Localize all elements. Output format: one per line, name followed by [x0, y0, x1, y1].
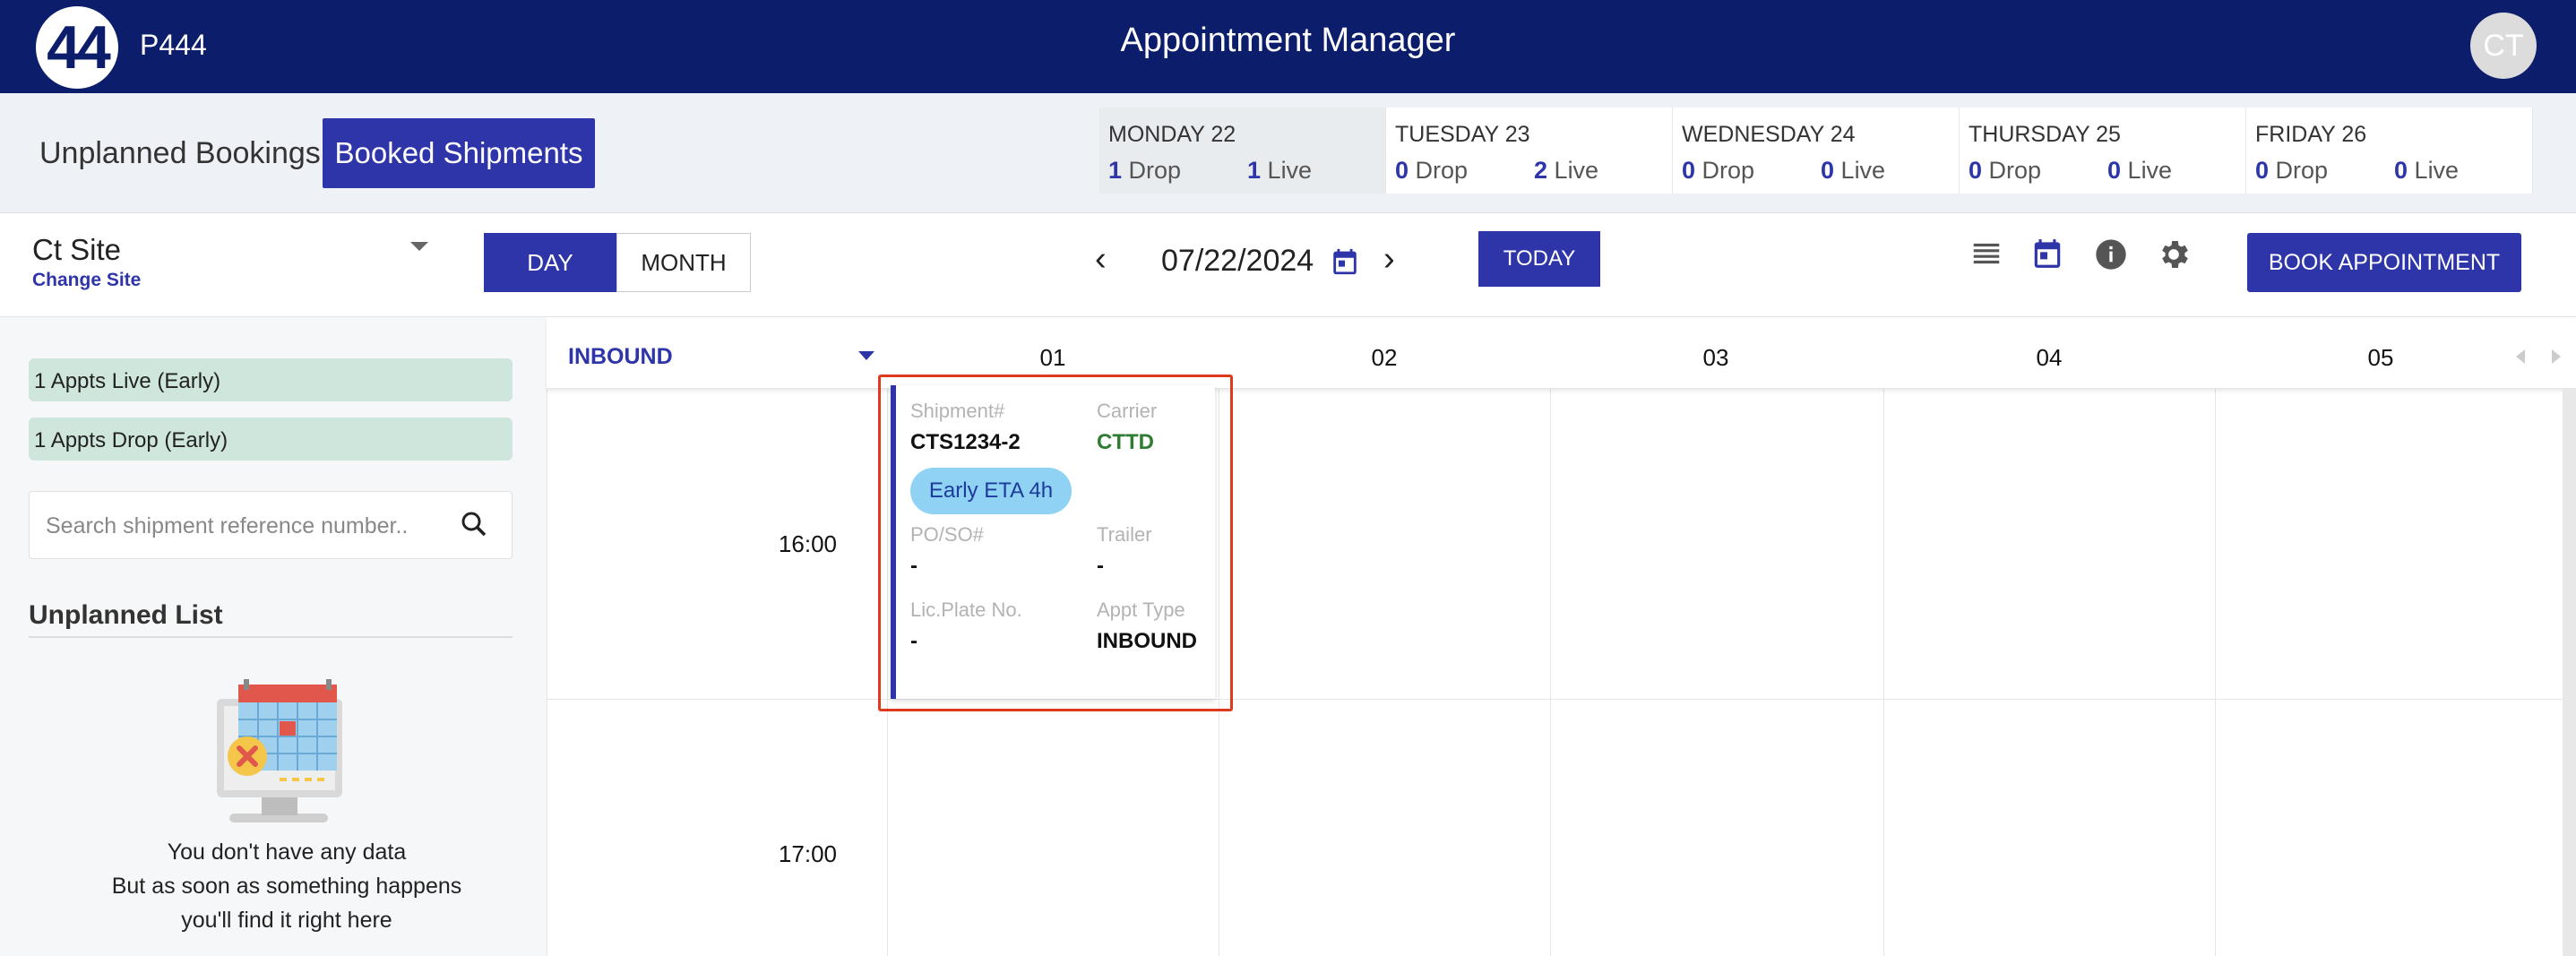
chevron-down-icon[interactable] [858, 351, 874, 360]
grid-line [1883, 317, 1884, 956]
list-icon[interactable] [1969, 237, 2003, 275]
appt-type-value: INBOUND [1097, 629, 1197, 653]
search-box [29, 491, 513, 559]
appts-drop-early-badge[interactable]: 1 Appts Drop (Early) [29, 418, 513, 461]
column-header-dock-02: 02 [1371, 344, 1398, 371]
chevron-left-icon[interactable]: ‹ [1095, 240, 1107, 279]
trailer-label: Trailer [1097, 523, 1152, 546]
drop-label: Drop [2275, 157, 2329, 184]
plate-label: Lic.Plate No. [910, 599, 1022, 621]
book-appointment-button[interactable]: BOOK APPOINTMENT [2247, 233, 2521, 292]
empty-state-message: You don't have any data But as soon as s… [29, 835, 545, 937]
column-header-dock-01: 01 [1039, 344, 1066, 371]
empty-line-3: you'll find it right here [181, 908, 392, 933]
live-count: 0 [2107, 157, 2122, 184]
scroll-arrows[interactable] [2514, 348, 2563, 370]
time-slot-label: 17:00 [778, 840, 837, 867]
chevron-right-icon[interactable]: › [1383, 240, 1395, 279]
day-name: THURSDAY 25 [1969, 122, 2121, 147]
avatar[interactable]: CT [2470, 13, 2537, 79]
gear-icon[interactable] [2156, 237, 2192, 277]
day-summary-friday[interactable]: FRIDAY 26 0 Drop 0 Live [2246, 108, 2533, 194]
empty-calendar-illustration [208, 679, 351, 831]
search-input[interactable] [46, 510, 449, 542]
calendar-grid: INBOUND 01 02 03 04 05 16:00 17:00 Shipm… [547, 317, 2576, 956]
live-count: 2 [1534, 157, 1548, 184]
vertical-scrollbar[interactable] [2563, 389, 2576, 956]
empty-line-1: You don't have any data [167, 840, 407, 865]
month-view-button[interactable]: MONTH [616, 233, 751, 292]
appt-type-label: Appt Type [1097, 599, 1185, 621]
drop-label: Drop [1415, 157, 1469, 184]
day-summary-tuesday[interactable]: TUESDAY 23 0 Drop 2 Live [1386, 108, 1673, 194]
live-label: Live [2414, 157, 2460, 184]
live-count: 0 [2394, 157, 2408, 184]
day-name: FRIDAY 26 [2255, 122, 2367, 147]
divider [29, 636, 513, 638]
drop-count: 0 [1682, 157, 1696, 184]
grid-line [1550, 317, 1551, 956]
change-site-link[interactable]: Change Site [32, 270, 141, 291]
unplanned-list-title: Unplanned List [29, 600, 223, 630]
direction-filter[interactable]: INBOUND [568, 344, 673, 370]
drop-count: 1 [1108, 157, 1123, 184]
calendar-icon[interactable] [1330, 245, 1360, 282]
live-label: Live [1554, 157, 1599, 184]
day-view-button[interactable]: DAY [484, 233, 616, 292]
column-header-dock-03: 03 [1702, 344, 1729, 371]
live-count: 0 [1821, 157, 1835, 184]
drop-label: Drop [1702, 157, 1755, 184]
trailer-value: - [1097, 554, 1104, 578]
column-header-dock-05: 05 [2367, 344, 2394, 371]
po-value: - [910, 554, 918, 578]
today-button[interactable]: TODAY [1478, 231, 1600, 287]
drop-count: 0 [1969, 157, 1983, 184]
live-label: Live [2127, 157, 2173, 184]
day-summary-thursday[interactable]: THURSDAY 25 0 Drop 0 Live [1960, 108, 2246, 194]
live-label: Live [1267, 157, 1313, 184]
appointment-card[interactable]: Shipment# CTS1234-2 Carrier CTTD Early E… [891, 385, 1215, 699]
drop-label: Drop [1988, 157, 2042, 184]
tab-unplanned-bookings[interactable]: Unplanned Bookings [39, 136, 321, 171]
info-icon[interactable] [2093, 237, 2129, 277]
day-name: TUESDAY 23 [1395, 122, 1530, 147]
search-icon[interactable] [458, 508, 490, 545]
calendar-view-icon[interactable] [2030, 237, 2064, 275]
app-header: 44 P444 Appointment Manager CT [0, 0, 2576, 93]
carrier-label: Carrier [1097, 400, 1158, 422]
sidebar: 1 Appts Live (Early) 1 Appts Drop (Early… [0, 317, 547, 956]
empty-line-2: But as soon as something happens [111, 874, 462, 899]
day-name: WEDNESDAY 24 [1682, 122, 1856, 147]
appts-live-early-badge[interactable]: 1 Appts Live (Early) [29, 358, 513, 401]
live-label: Live [1840, 157, 1886, 184]
site-select[interactable]: Ct Site [32, 233, 121, 267]
day-summary-wednesday[interactable]: WEDNESDAY 24 0 Drop 0 Live [1673, 108, 1960, 194]
day-name: MONDAY 22 [1108, 122, 1236, 147]
day-summary-monday[interactable]: MONDAY 22 1 Drop 1 Live [1099, 108, 1386, 194]
calendar-header: INBOUND 01 02 03 04 05 [547, 317, 2576, 389]
carrier-value: CTTD [1097, 430, 1154, 454]
column-header-dock-04: 04 [2036, 344, 2063, 371]
toolbar: Ct Site Change Site DAY MONTH ‹ 07/22/20… [0, 213, 2576, 317]
shipment-label: Shipment# [910, 400, 1005, 422]
po-label: PO/SO# [910, 523, 984, 546]
week-summary: MONDAY 22 1 Drop 1 Live TUESDAY 23 0 Drop… [1099, 108, 2536, 194]
drop-count: 0 [1395, 157, 1409, 184]
time-slot-label: 16:00 [778, 530, 837, 557]
sub-navigation: Unplanned Bookings Booked Shipments MOND… [0, 93, 2576, 213]
shipment-number: CTS1234-2 [910, 430, 1021, 454]
plate-value: - [910, 629, 918, 653]
drop-count: 0 [2255, 157, 2270, 184]
tab-booked-shipments[interactable]: Booked Shipments [323, 118, 595, 188]
date-display[interactable]: 07/22/2024 [1161, 244, 1314, 279]
early-eta-badge: Early ETA 4h [910, 468, 1072, 514]
live-count: 1 [1247, 157, 1262, 184]
grid-line [2215, 317, 2216, 956]
drop-label: Drop [1128, 157, 1182, 184]
grid-line [547, 699, 2576, 700]
chevron-down-icon[interactable] [410, 242, 428, 251]
page-title: Appointment Manager [1120, 22, 1456, 59]
